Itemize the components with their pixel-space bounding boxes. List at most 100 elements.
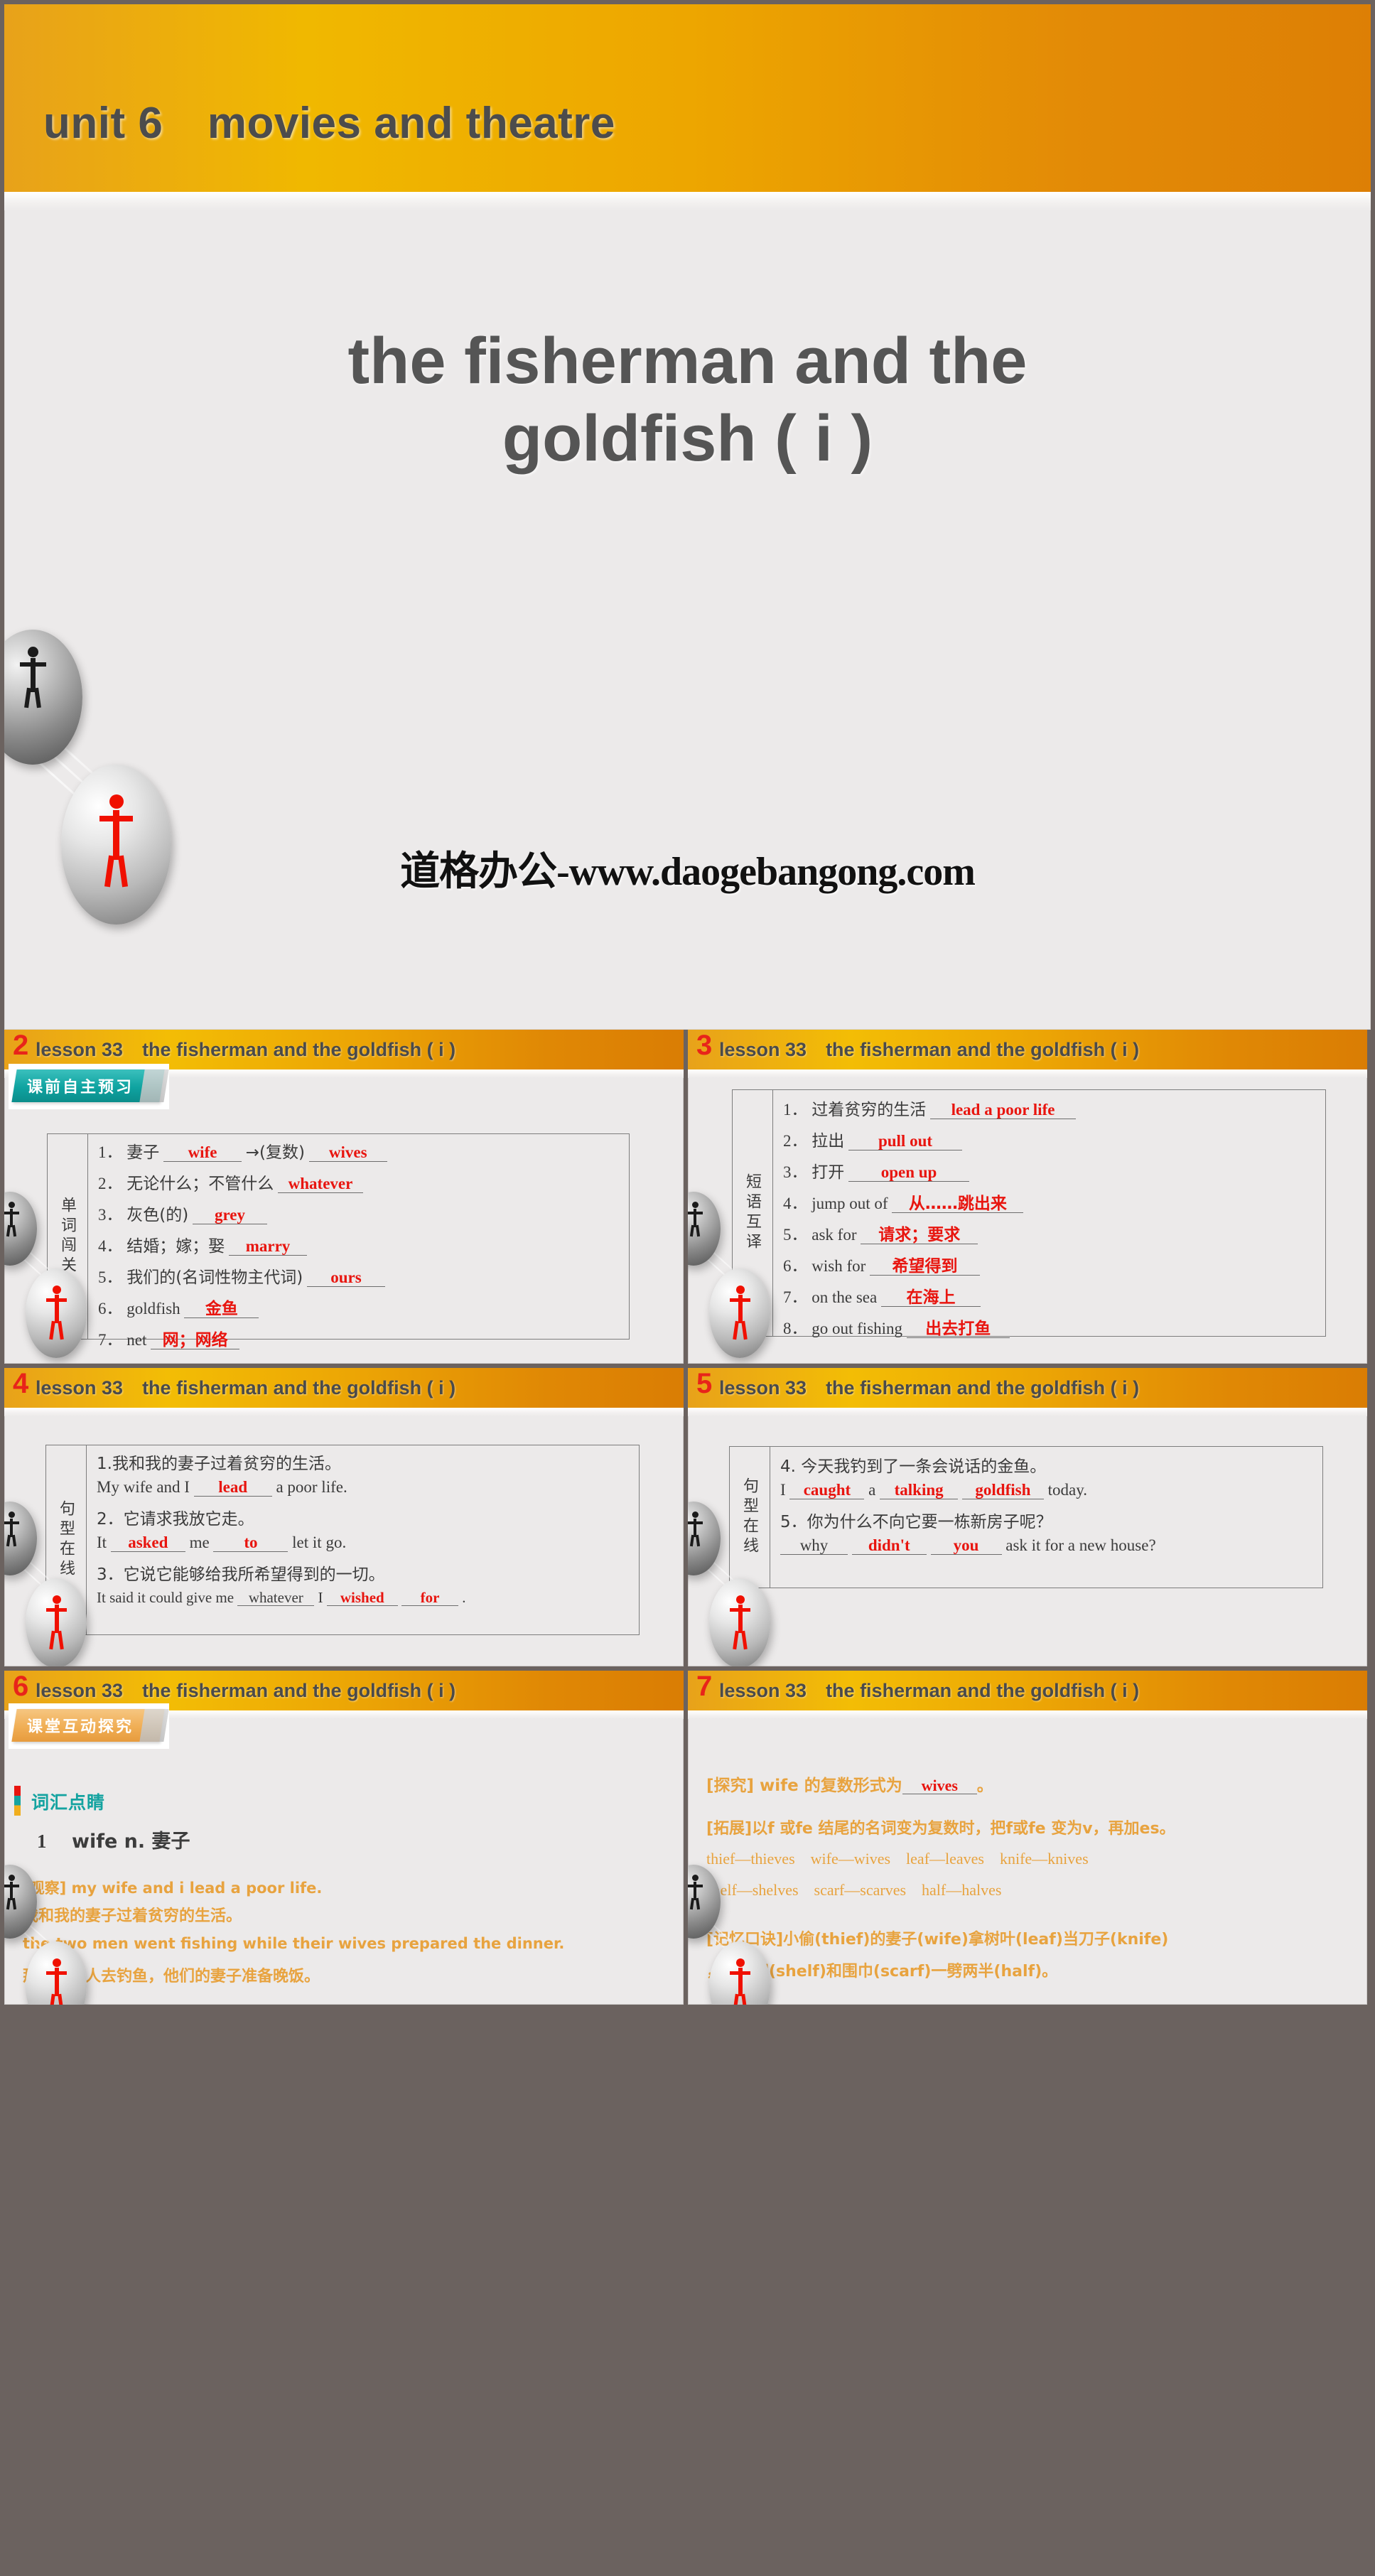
slide-number: 3: [696, 1030, 713, 1061]
sentence-cn-text: 4. 今天我钓到了一条会说话的金鱼。: [780, 1457, 1047, 1476]
pictogram-leg-right: [11, 1897, 17, 1910]
answer-blank[interactable]: wife: [163, 1143, 242, 1163]
translation-line-text: 那两个男人去钓鱼，他们的妻子准备晚饭。: [23, 1968, 320, 1985]
answer-blank[interactable]: 在海上: [880, 1289, 981, 1308]
page-title: the fisherman and the goldfish ( i ): [4, 323, 1371, 477]
sentence-suffix: today.: [1047, 1481, 1087, 1499]
answer-blank[interactable]: pull out: [848, 1132, 962, 1151]
slide-7[interactable]: 7 lesson 33 the fisherman and the goldfi…: [688, 1671, 1367, 2005]
answer-blank[interactable]: whatever: [278, 1175, 363, 1194]
sentence-cn: 3．它说它能够给我所希望得到的一切。: [97, 1561, 629, 1585]
table-body: 1． 过着贫穷的生活 lead a poor life 2． 拉出 pull o…: [773, 1090, 1325, 1339]
pictogram-head: [692, 1202, 699, 1208]
answer-blank[interactable]: wives: [308, 1143, 387, 1163]
streak-line: [31, 736, 131, 826]
pictogram-arms: [688, 1521, 703, 1524]
answer-blank[interactable]: goldfish: [961, 1481, 1044, 1500]
pictogram-body: [10, 1882, 13, 1900]
page-title-line2: goldfish ( i ): [502, 402, 873, 475]
answer-blank[interactable]: 金鱼: [184, 1300, 259, 1319]
slide-number: 2: [13, 1030, 29, 1061]
sentence-cn-text: 3．它说它能够给我所希望得到的一切。: [97, 1565, 385, 1585]
row-number: 1．: [783, 1101, 808, 1119]
sentence-en: It asked me to let it go.: [97, 1534, 629, 1553]
table-side-label: 短语互译: [733, 1090, 773, 1336]
answer-blank[interactable]: asked: [110, 1534, 185, 1553]
pictogram-leg-right: [695, 1534, 701, 1547]
table-side-label: 句型在线: [46, 1445, 87, 1634]
answer-blank[interactable]: grey: [192, 1206, 267, 1225]
sentence-cn: 2．它请求我放它走。: [97, 1505, 629, 1529]
answer-blank[interactable]: to: [213, 1534, 289, 1553]
pictogram-person-red: [729, 1595, 750, 1650]
sphere-dark: [688, 1192, 721, 1266]
pictogram-person-dark: [4, 1202, 20, 1237]
row-prompt: net: [126, 1331, 147, 1349]
answer-blank[interactable]: ours: [306, 1268, 385, 1288]
row-prompt: 结婚；嫁；娶: [126, 1237, 225, 1256]
pictogram-person-dark: [4, 1875, 20, 1910]
slide-title: lesson 33 the fisherman and the goldfish…: [36, 1039, 456, 1060]
tab-ghost-edge: [139, 1709, 169, 1742]
pictogram-body: [31, 658, 36, 692]
row-number: 6．: [783, 1257, 808, 1275]
streak-line: [26, 750, 131, 846]
answer-blank[interactable]: didn't: [851, 1536, 927, 1556]
slide-2[interactable]: 2 lesson 33 the fisherman and the goldfi…: [4, 1030, 684, 1364]
mnemonic-line: [记忆口诀]小偷(thief)的妻子(wife)拿树叶(leaf)当刀子(kni…: [706, 1926, 1168, 1949]
slide-3[interactable]: 3 lesson 33 the fisherman and the goldfi…: [688, 1030, 1367, 1364]
pictogram-leg-right: [695, 1224, 701, 1237]
sphere-dark: [4, 630, 82, 765]
slide-title: lesson 33 the fisherman and the goldfish…: [719, 1377, 1140, 1399]
sentence-cn: 1.我和我的妻子过着贫穷的生活。: [97, 1450, 629, 1474]
answer-blank[interactable]: why: [780, 1536, 848, 1556]
pictogram-leg-left: [689, 1897, 695, 1910]
answer-blank[interactable]: marry: [229, 1237, 307, 1256]
row-number: 7．: [98, 1331, 123, 1349]
answer-blank[interactable]: 从……跳出来: [892, 1195, 1024, 1214]
slide-title: lesson 33 the fisherman and the goldfish…: [719, 1680, 1140, 1701]
sentence-prefix: It: [97, 1534, 107, 1552]
answer-blank[interactable]: for: [401, 1590, 459, 1607]
slide-6[interactable]: 6 lesson 33 the fisherman and the goldfi…: [4, 1671, 684, 2005]
slide-title: lesson 33 the fisherman and the goldfish…: [719, 1039, 1140, 1060]
pictogram-body: [694, 1519, 696, 1537]
answer-blank[interactable]: lead: [193, 1478, 272, 1497]
row-mid-label: →(复数): [245, 1143, 305, 1162]
sentence-cn-text: 2．它请求我放它走。: [97, 1510, 254, 1529]
answer-blank[interactable]: 请求；要求: [861, 1227, 978, 1245]
answer-blank[interactable]: whatever: [237, 1590, 315, 1607]
answer-blank[interactable]: wished: [326, 1590, 398, 1607]
tab-preview-badge[interactable]: 课前自主预习: [11, 1069, 169, 1102]
slide-5[interactable]: 5 lesson 33 the fisherman and the goldfi…: [688, 1368, 1367, 1666]
pictogram-head: [9, 1511, 15, 1518]
tab-badge-wrapper: 课前自主预习: [9, 1064, 170, 1109]
pictogram-leg-left: [689, 1534, 695, 1547]
translation-line: 那两个男人去钓鱼，他们的妻子准备晚饭。: [23, 1963, 320, 1986]
slide-row-1: 2 lesson 33 the fisherman and the goldfi…: [0, 1030, 1375, 1364]
row-prompt: 过着贫穷的生活: [811, 1101, 927, 1119]
row-prompt: 灰色(的): [126, 1206, 189, 1224]
sentence-en: why didn't you ask it for a new house?: [780, 1536, 1312, 1556]
pictogram-head: [9, 1202, 15, 1208]
pictogram-leg-right: [34, 687, 41, 708]
sentence-en: It said it could give me whatever I wish…: [97, 1589, 629, 1607]
tab-interactive-badge[interactable]: 课堂互动探究: [11, 1709, 169, 1742]
table-row: 4． 结婚；嫁；娶 marry: [98, 1232, 619, 1256]
answer-blank[interactable]: 希望得到: [870, 1258, 981, 1276]
tab-preview-label: 课前自主预习: [27, 1078, 134, 1096]
slide-number: 7: [696, 1671, 713, 1702]
answer-blank[interactable]: wives: [902, 1777, 977, 1795]
answer-blank[interactable]: you: [930, 1536, 1002, 1556]
answer-blank[interactable]: lead a poor life: [930, 1101, 1076, 1120]
answer-blank[interactable]: 网；网络: [151, 1332, 240, 1350]
slide-4[interactable]: 4 lesson 33 the fisherman and the goldfi…: [4, 1368, 684, 1666]
section-heading: 词汇点睛: [31, 1792, 106, 1813]
answer-blank[interactable]: caught: [789, 1481, 865, 1500]
watermark: 道格办公-www.daogebangong.com: [400, 850, 976, 894]
answer-blank[interactable]: open up: [848, 1163, 969, 1182]
slide-row-3: 6 lesson 33 the fisherman and the goldfi…: [0, 1671, 1375, 2005]
answer-blank[interactable]: talking: [880, 1481, 959, 1500]
answer-blank[interactable]: 出去打鱼: [906, 1320, 1010, 1339]
pictogram-leg-left: [6, 1534, 11, 1547]
